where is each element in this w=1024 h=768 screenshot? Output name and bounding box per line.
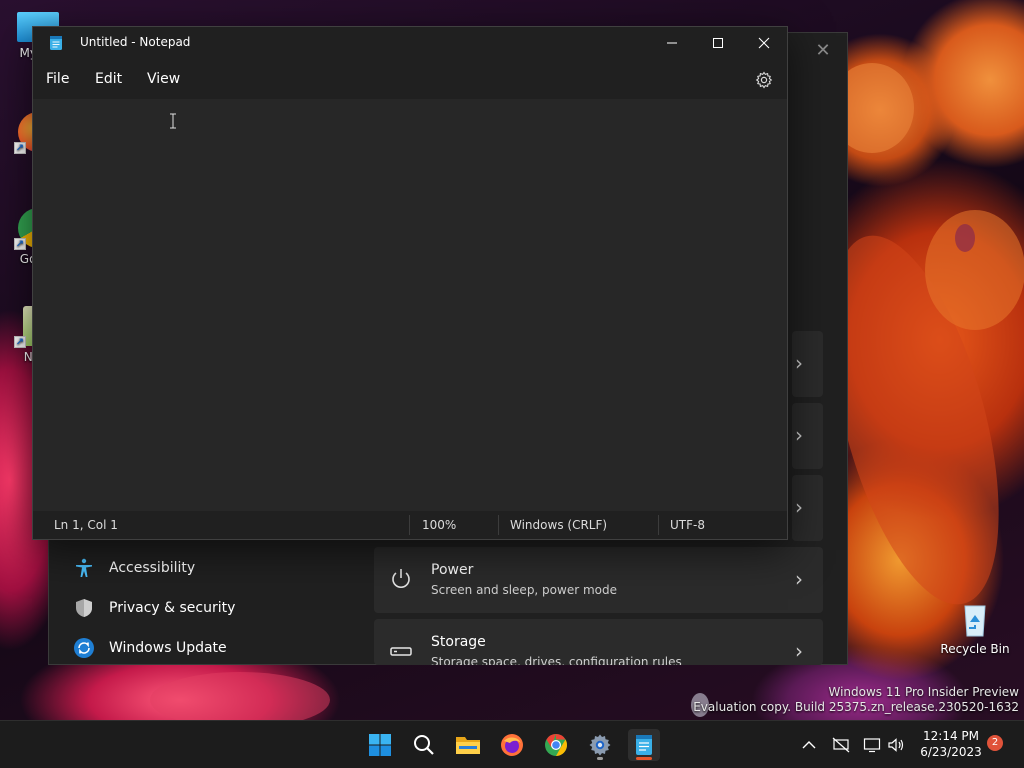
menu-edit[interactable]: Edit (95, 71, 122, 87)
zoom-level: 100% (422, 518, 457, 532)
power-icon (392, 569, 410, 588)
shortcut-arrow-icon: ↗ (14, 336, 26, 348)
maximize-icon (713, 38, 723, 48)
search-icon (414, 735, 434, 755)
settings-card-hidden-3[interactable]: › (792, 475, 823, 541)
show-hidden-icons-button[interactable] (799, 735, 819, 755)
status-divider (658, 515, 659, 535)
chevron-right-icon: › (795, 639, 803, 663)
status-divider (498, 515, 499, 535)
network-status[interactable] (831, 735, 851, 755)
clock[interactable]: 12:14 PM 6/23/2023 (918, 728, 984, 760)
window-title: Untitled - Notepad (80, 35, 191, 49)
status-bar: Ln 1, Col 1 100% Windows (CRLF) UTF-8 (33, 511, 787, 539)
network-disconnected-icon (832, 737, 850, 753)
notification-badge[interactable]: 2 (987, 735, 1003, 751)
card-title: Power (431, 562, 474, 578)
recycle-bin-icon (964, 605, 986, 637)
cursor-position: Ln 1, Col 1 (54, 518, 118, 532)
settings-card-hidden-2[interactable]: › (792, 403, 823, 469)
maximize-button[interactable] (695, 27, 741, 59)
line-ending: Windows (CRLF) (510, 518, 608, 532)
menu-view[interactable]: View (147, 71, 180, 87)
menu-bar: File Edit View (33, 65, 787, 97)
volume-button[interactable] (886, 735, 906, 755)
notepad-button[interactable] (628, 729, 660, 761)
shortcut-arrow-icon: ↗ (14, 238, 26, 250)
clock-date: 6/23/2023 (920, 745, 982, 759)
shield-icon (76, 599, 92, 617)
chevron-up-icon (802, 741, 816, 749)
title-bar[interactable]: Untitled - Notepad (33, 27, 787, 59)
notepad-window: Untitled - Notepad File Edit View Ln 1, … (32, 26, 788, 540)
status-divider (409, 515, 410, 535)
active-indicator (636, 757, 652, 760)
desktop-icon-label: Recycle Bin (940, 642, 1010, 656)
encoding: UTF-8 (670, 518, 705, 532)
storage-icon (390, 647, 412, 656)
taskbar: 12:14 PM 6/23/2023 (0, 720, 1024, 768)
folder-icon (456, 737, 480, 754)
shortcut-arrow-icon: ↗ (14, 142, 26, 154)
gear-icon (589, 734, 611, 756)
sidebar-item-label: Windows Update (109, 640, 227, 656)
settings-card-storage[interactable]: Storage Storage space, drives, configura… (374, 619, 823, 665)
sidebar-item-privacy-security[interactable]: Privacy & security (73, 590, 235, 626)
menu-file[interactable]: File (46, 71, 69, 87)
clock-time: 12:14 PM (923, 729, 979, 743)
search-button[interactable] (408, 729, 440, 761)
sidebar-item-accessibility[interactable]: Accessibility (73, 550, 195, 586)
card-title: Storage (431, 634, 486, 650)
windows-update-icon (74, 638, 94, 658)
watermark-line-1: Windows 11 Pro Insider Preview (828, 685, 1019, 699)
desktop-icon-recycle-bin[interactable]: Recycle Bin (937, 598, 1013, 656)
chevron-right-icon: › (795, 567, 803, 591)
sidebar-item-windows-update[interactable]: Windows Update (73, 630, 227, 666)
chevron-right-icon: › (795, 351, 803, 375)
settings-card-hidden-1[interactable]: › (792, 331, 823, 397)
monitor-icon (863, 738, 881, 753)
card-subtitle: Screen and sleep, power mode (431, 583, 617, 597)
chevron-right-icon: › (795, 423, 803, 447)
running-indicator (597, 757, 603, 760)
watermark-line-2: Evaluation copy. Build 25375.zn_release.… (693, 700, 1019, 714)
text-editor[interactable] (33, 99, 787, 513)
minimize-button[interactable] (649, 27, 695, 59)
display-status[interactable] (862, 735, 882, 755)
text-cursor-icon (170, 113, 176, 129)
settings-gear-icon[interactable] (755, 71, 773, 89)
notepad-icon (50, 36, 62, 50)
file-explorer-button[interactable] (452, 729, 484, 761)
settings-card-power[interactable]: Power Screen and sleep, power mode › (374, 547, 823, 613)
speaker-icon (888, 738, 904, 752)
close-button[interactable] (741, 27, 787, 59)
chrome-icon (545, 734, 567, 756)
settings-button[interactable] (584, 729, 616, 761)
settings-close-button[interactable]: ✕ (813, 41, 833, 61)
sidebar-item-label: Privacy & security (109, 600, 236, 616)
chrome-button[interactable] (540, 729, 572, 761)
accessibility-icon (76, 558, 92, 577)
sidebar-item-label: Accessibility (109, 560, 196, 576)
minimize-icon (667, 42, 677, 44)
card-subtitle: Storage space, drives, configuration rul… (431, 655, 682, 665)
windows-logo-icon (369, 734, 391, 756)
firefox-icon (501, 734, 523, 756)
chevron-right-icon: › (795, 495, 803, 519)
start-button[interactable] (364, 729, 396, 761)
firefox-button[interactable] (496, 729, 528, 761)
notepad-icon (636, 735, 652, 755)
close-icon (758, 37, 770, 49)
